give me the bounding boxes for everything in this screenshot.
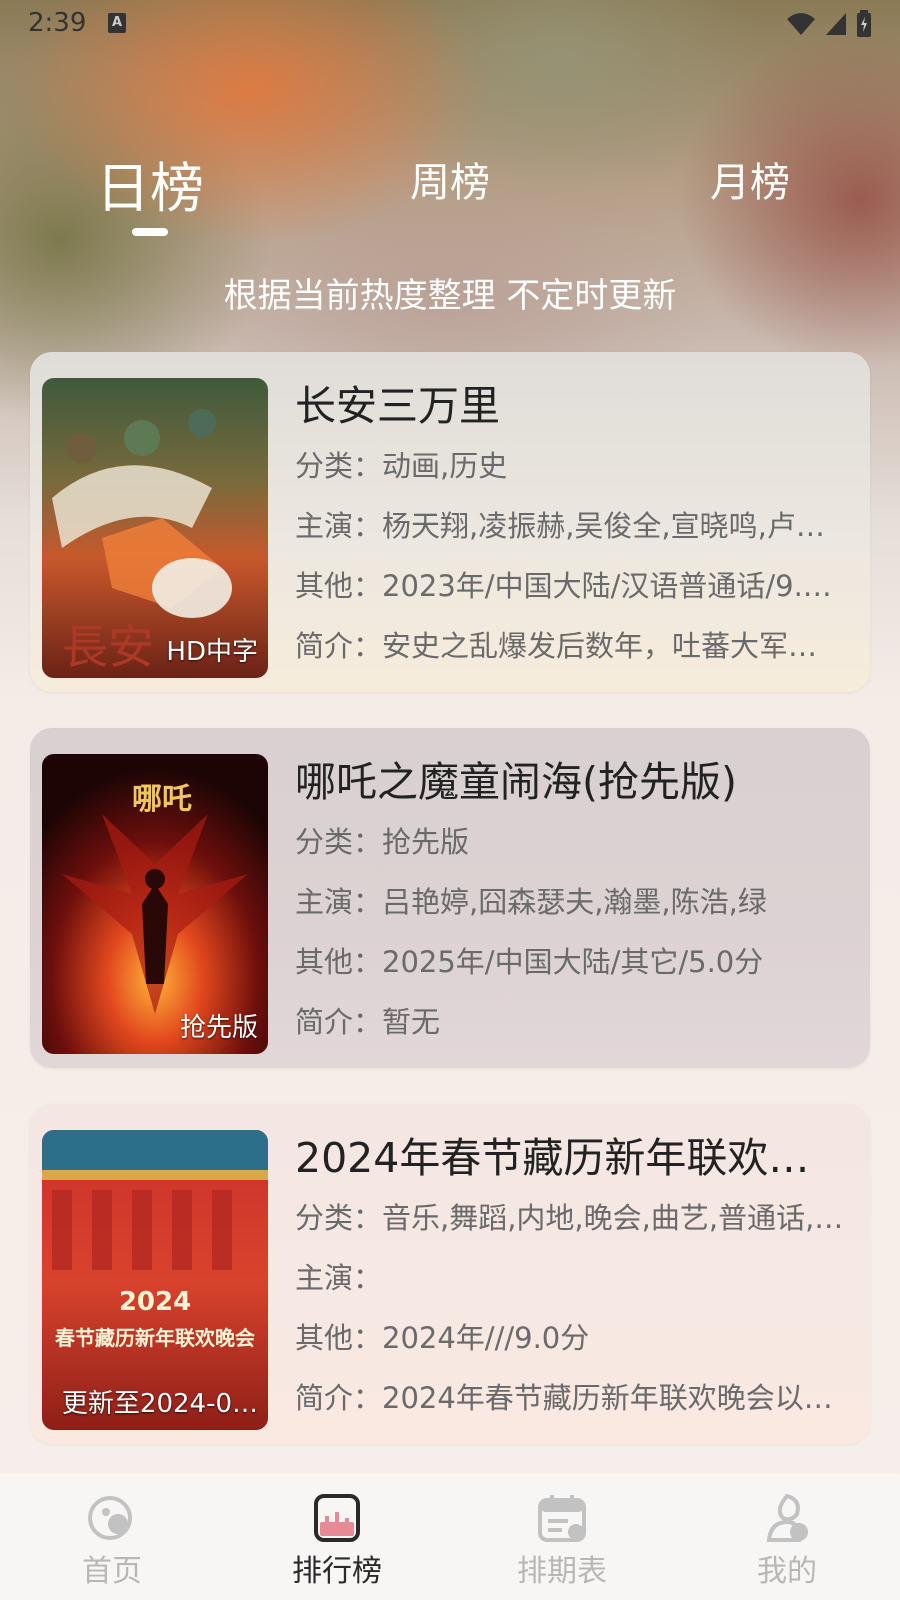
quality-badge: 抢先版 [179,1013,258,1043]
nav-label: 排行榜 [292,1554,382,1589]
tab-monthly[interactable]: 月榜 [710,150,790,208]
item-title: 长安三万里 [295,382,500,430]
item-cast: 主演：杨天翔,凌振赫,吴俊全,宣晓鸣,卢… [295,509,825,543]
item-summary: 简介：2024年春节藏历新年联欢晚会以… [295,1381,833,1415]
home-icon [88,1496,132,1540]
item-cast: 主演： [295,1261,383,1295]
nav-label: 首页 [82,1554,142,1589]
status-bar: 2:39 A [0,0,900,48]
poster-caption: 長安 [62,620,154,674]
nav-ranking[interactable]: 排行榜 [277,1492,397,1590]
ranking-card[interactable]: 2024 春节藏历新年联欢晚会 更新至2024-0… 2024年春节藏历新年联欢… [30,1104,870,1444]
nav-label: 我的 [757,1554,817,1589]
nav-schedule[interactable]: 排期表 [502,1492,622,1590]
profile-icon [766,1493,808,1542]
status-icons [786,10,872,38]
tab-weekly[interactable]: 周榜 [410,150,490,208]
poster-caption-year: 2024 [119,1287,191,1317]
item-other: 其他：2025年/中国大陆/其它/5.0分 [295,945,764,979]
nav-home[interactable]: 首页 [52,1492,172,1590]
item-title: 哪吒之魔童闹海(抢先版) [295,758,737,806]
poster-image: 2024 春节藏历新年联欢晚会 更新至2024-0… [42,1130,268,1430]
tab-indicator [132,228,168,236]
quality-badge: HD中字 [166,637,258,667]
nav-profile[interactable]: 我的 [727,1492,847,1590]
poster-image: 長安 HD中字 [42,378,268,678]
bottom-nav: 首页 排行榜 排期表 我的 [0,1474,900,1600]
tab-daily[interactable]: 日榜 [96,144,204,223]
ranking-subtitle: 根据当前热度整理 不定时更新 [223,276,677,316]
update-badge: 更新至2024-0… [61,1389,258,1419]
poster-image: 哪吒 抢先版 [42,754,268,1054]
item-cast: 主演：吕艳婷,囧森瑟夫,瀚墨,陈浩,绿 [295,885,767,919]
item-summary: 简介：安史之乱爆发后数年，吐蕃大军… [295,629,818,663]
item-category: 分类：动画,历史 [295,449,508,483]
wifi-icon [787,13,815,35]
ranking-card[interactable]: 長安 HD中字 长安三万里 分类：动画,历史 主演：杨天翔,凌振赫,吴俊全,宣晓… [30,352,870,692]
item-other: 其他：2023年/中国大陆/汉语普通话/9.0… [295,569,850,603]
status-time: 2:39 [28,8,87,38]
item-summary: 简介：暂无 [295,1005,441,1039]
schedule-icon [538,1495,586,1542]
battery-icon [857,10,871,37]
cellular-signal-icon [826,13,846,35]
item-category: 分类：音乐,舞蹈,内地,晚会,曲艺,普通话,… [295,1201,844,1235]
item-category: 分类：抢先版 [295,825,470,859]
ranking-icon [314,1494,360,1542]
item-other: 其他：2024年///9.0分 [295,1321,590,1355]
poster-caption: 春节藏历新年联欢晚会 [54,1326,255,1350]
item-title: 2024年春节藏历新年联欢晚会 [295,1134,850,1182]
ranking-card[interactable]: 哪吒 抢先版 哪吒之魔童闹海(抢先版) 分类：抢先版 主演：吕艳婷,囧森瑟夫,瀚… [30,728,870,1068]
notification-icon: A [108,13,126,33]
nav-label: 排期表 [517,1554,607,1589]
poster-caption: 哪吒 [132,782,192,817]
ranking-tabs: 日榜 周榜 月榜 [0,150,900,240]
